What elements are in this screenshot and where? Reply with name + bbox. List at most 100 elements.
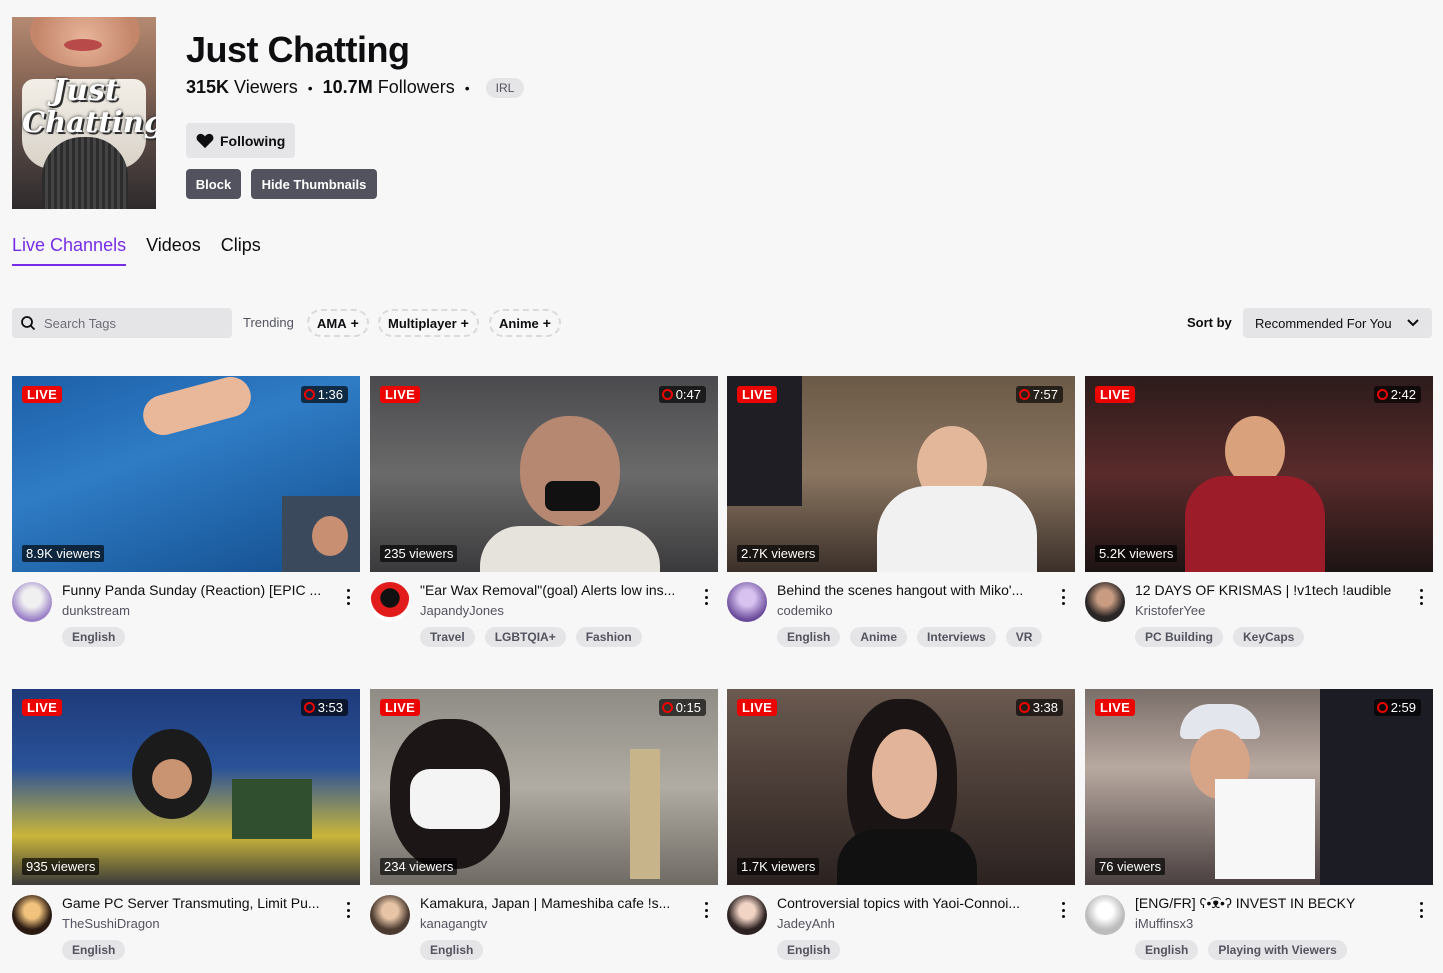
stream-title[interactable]: Funny Panda Sunday (Reaction) [EPIC ... (62, 582, 340, 598)
channel-name[interactable]: JadeyAnh (777, 916, 835, 931)
stream-tag[interactable]: Playing with Viewers (1208, 940, 1347, 960)
stream-tag[interactable]: English (1135, 940, 1199, 960)
avatar[interactable] (12, 895, 52, 935)
stream-tags: English (62, 940, 126, 960)
avatar[interactable] (370, 582, 410, 622)
stream-tag[interactable]: KeyCaps (1233, 627, 1305, 647)
stream-tag[interactable]: PC Building (1135, 627, 1223, 647)
stats-separator: • (307, 79, 313, 96)
trending-tag-anime[interactable]: Anime + (489, 309, 561, 337)
viewers-label: Viewers (234, 77, 298, 97)
channel-name[interactable]: iMuffinsx3 (1135, 916, 1193, 931)
clock-icon (1376, 702, 1388, 713)
stream-tag[interactable]: English (62, 940, 126, 960)
uptime-badge: 3:53 (300, 699, 348, 716)
stream-card[interactable]: LIVE 1:36 8.9K viewers Funny Panda Sunda… (12, 376, 360, 652)
tab-videos[interactable]: Videos (146, 235, 201, 266)
stream-meta: Behind the scenes hangout with Miko'... … (727, 572, 1075, 652)
stream-title[interactable]: Behind the scenes hangout with Miko'... (777, 582, 1055, 598)
uptime-badge: 3:38 (1015, 699, 1063, 716)
stream-meta: "Ear Wax Removal"(goal) Alerts low ins..… (370, 572, 718, 652)
stream-title[interactable]: Game PC Server Transmuting, Limit Pu... (62, 895, 340, 911)
stream-thumbnail[interactable]: LIVE 3:53 935 viewers (12, 689, 360, 885)
stream-card[interactable]: LIVE 2:42 5.2K viewers 12 DAYS OF KRISMA… (1085, 376, 1433, 652)
stream-title[interactable]: "Ear Wax Removal"(goal) Alerts low ins..… (420, 582, 698, 598)
channel-name[interactable]: JapandyJones (420, 603, 504, 618)
more-options-icon[interactable] (1055, 586, 1071, 608)
more-options-icon[interactable] (340, 899, 356, 921)
viewers-count: 315K (186, 77, 230, 97)
search-tags-box[interactable] (12, 308, 232, 338)
avatar[interactable] (1085, 895, 1125, 935)
stream-tags: PC Building KeyCaps (1135, 627, 1305, 647)
avatar[interactable] (370, 895, 410, 935)
more-options-icon[interactable] (1055, 899, 1071, 921)
stream-title[interactable]: [ENG/FR] ʕ•͡ᴥ•ʔ INVEST IN BECKY (1135, 895, 1413, 911)
avatar[interactable] (727, 895, 767, 935)
stream-title[interactable]: Controversial topics with Yaoi-Connoi... (777, 895, 1055, 911)
channel-name[interactable]: TheSushiDragon (62, 916, 160, 931)
trending-label: Trending (243, 315, 294, 330)
stream-card[interactable]: LIVE 0:47 235 viewers "Ear Wax Removal"(… (370, 376, 718, 652)
following-label: Following (220, 132, 286, 149)
clock-icon (661, 702, 673, 713)
stream-thumbnail[interactable]: LIVE 3:38 1.7K viewers (727, 689, 1075, 885)
stream-tag[interactable]: VR (1005, 627, 1043, 647)
category-stats: 315K Viewers • 10.7M Followers • IRL (186, 77, 525, 98)
stream-thumbnail[interactable]: LIVE 2:59 76 viewers (1085, 689, 1433, 885)
more-options-icon[interactable] (698, 586, 714, 608)
stream-card[interactable]: LIVE 3:53 935 viewers Game PC Server Tra… (12, 689, 360, 965)
following-button[interactable]: Following (186, 123, 295, 158)
stream-tag[interactable]: English (62, 627, 126, 647)
live-badge: LIVE (22, 699, 63, 716)
stream-thumbnail[interactable]: LIVE 0:15 234 viewers (370, 689, 718, 885)
more-options-icon[interactable] (1413, 586, 1429, 608)
live-badge: LIVE (1095, 699, 1136, 716)
stream-tag[interactable]: LGBTQIA+ (484, 627, 566, 647)
stream-tag[interactable]: Anime (850, 627, 908, 647)
boxart-text-line2: Chatting (22, 105, 156, 139)
stream-tag[interactable]: Fashion (575, 627, 642, 647)
viewer-count: 935 viewers (22, 858, 100, 875)
live-badge: LIVE (22, 386, 63, 403)
stream-title[interactable]: Kamakura, Japan | Mameshiba cafe !s... (420, 895, 698, 911)
stream-thumbnail[interactable]: LIVE 0:47 235 viewers (370, 376, 718, 572)
channel-name[interactable]: kanagangtv (420, 916, 487, 931)
search-tags-input[interactable] (44, 315, 214, 331)
hide-thumbnails-button[interactable]: Hide Thumbnails (251, 169, 377, 199)
stream-tag[interactable]: English (420, 940, 484, 960)
trending-tag-multiplayer[interactable]: Multiplayer + (378, 309, 479, 337)
channel-name[interactable]: KristoferYee (1135, 603, 1205, 618)
avatar[interactable] (1085, 582, 1125, 622)
avatar[interactable] (727, 582, 767, 622)
category-tag-irl[interactable]: IRL (485, 77, 525, 98)
tab-clips[interactable]: Clips (221, 235, 261, 266)
tab-live-channels[interactable]: Live Channels (12, 235, 127, 266)
stream-tag[interactable]: English (777, 940, 841, 960)
more-options-icon[interactable] (698, 899, 714, 921)
clock-icon (1018, 389, 1030, 400)
uptime-badge: 0:47 (658, 386, 706, 403)
stream-card[interactable]: LIVE 3:38 1.7K viewers Controversial top… (727, 689, 1075, 965)
channel-name[interactable]: codemiko (777, 603, 833, 618)
avatar[interactable] (12, 582, 52, 622)
stream-card[interactable]: LIVE 2:59 76 viewers [ENG/FR] ʕ•͡ᴥ•ʔ INV… (1085, 689, 1433, 965)
stream-title[interactable]: 12 DAYS OF KRISMAS | !v1tech !audible (1135, 582, 1413, 598)
stream-tag[interactable]: English (777, 627, 841, 647)
more-options-icon[interactable] (340, 586, 356, 608)
stream-tag[interactable]: Travel (420, 627, 475, 647)
stream-thumbnail[interactable]: LIVE 7:57 2.7K viewers (727, 376, 1075, 572)
channel-name[interactable]: dunkstream (62, 603, 130, 618)
sort-dropdown[interactable]: Recommended For You (1243, 308, 1432, 338)
followers-label: Followers (377, 77, 455, 97)
heart-icon (196, 133, 214, 148)
stream-tag[interactable]: Interviews (917, 627, 996, 647)
block-button[interactable]: Block (186, 169, 241, 199)
stream-thumbnail[interactable]: LIVE 2:42 5.2K viewers (1085, 376, 1433, 572)
trending-tag-ama[interactable]: AMA + (307, 309, 369, 337)
more-options-icon[interactable] (1413, 899, 1429, 921)
category-boxart[interactable]: Just Chatting (12, 17, 156, 209)
stream-card[interactable]: LIVE 0:15 234 viewers Kamakura, Japan | … (370, 689, 718, 965)
stream-card[interactable]: LIVE 7:57 2.7K viewers Behind the scenes… (727, 376, 1075, 652)
stream-thumbnail[interactable]: LIVE 1:36 8.9K viewers (12, 376, 360, 572)
